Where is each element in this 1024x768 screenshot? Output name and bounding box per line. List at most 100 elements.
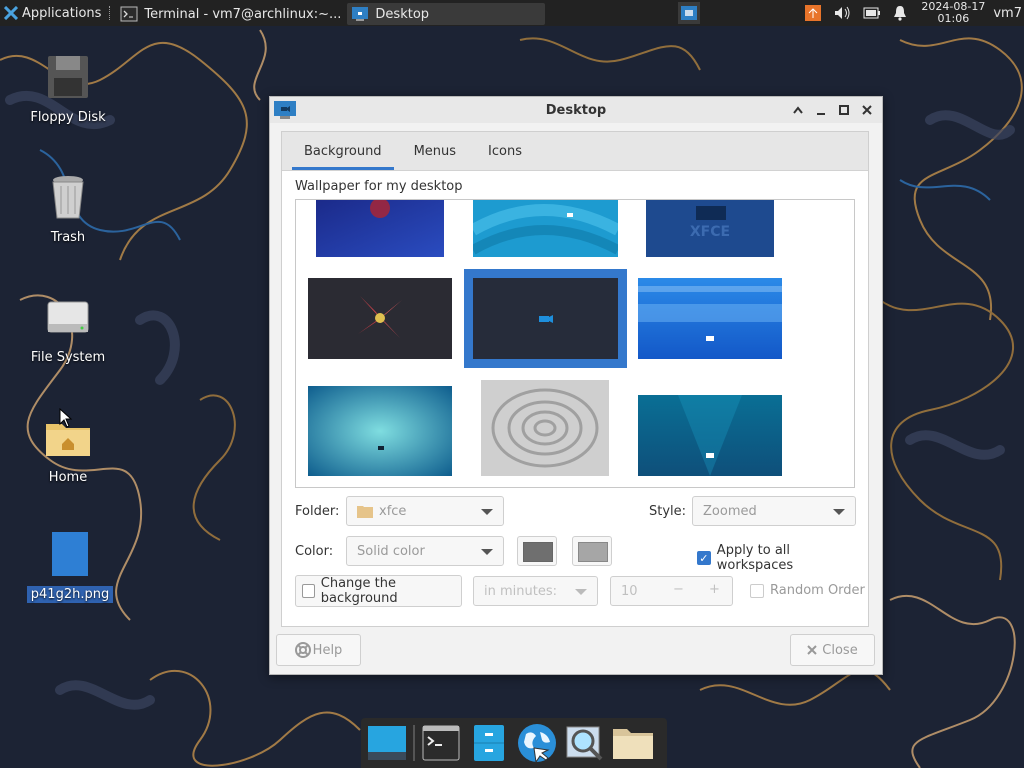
change-background-label: Change the background: [320, 576, 398, 606]
folder-value: xfce: [379, 503, 407, 519]
dock-show-desktop[interactable]: [365, 721, 409, 765]
chevron-up-icon: [793, 106, 803, 114]
chevron-down-icon: [481, 509, 493, 515]
change-background-checkbox[interactable]: Change the background: [295, 575, 462, 607]
wallpaper-thumb[interactable]: [473, 200, 618, 257]
chevron-down-icon: [833, 509, 845, 515]
update-notifier-icon[interactable]: [805, 5, 822, 21]
terminal-icon: [120, 6, 138, 22]
wallpaper-thumb[interactable]: [638, 395, 782, 476]
checkbox-checked-icon: ✓: [697, 551, 711, 565]
primary-color-button[interactable]: [517, 536, 557, 566]
style-dropdown[interactable]: Zoomed: [692, 496, 856, 526]
dock-app-finder[interactable]: [563, 721, 607, 765]
desktop-icon-label: p41g2h.png: [26, 586, 114, 603]
secondary-color-button[interactable]: [572, 536, 612, 566]
dock-home-folder[interactable]: [611, 721, 655, 765]
notification-bell-icon[interactable]: [893, 5, 907, 21]
dock-terminal[interactable]: [419, 721, 463, 765]
wallpaper-thumb[interactable]: XFCE: [646, 200, 774, 257]
apply-all-label: Apply to all workspaces: [716, 543, 794, 573]
close-window-button[interactable]: [858, 101, 876, 119]
applications-menu-button[interactable]: Applications: [0, 0, 105, 26]
wallpaper-thumb[interactable]: [481, 380, 609, 476]
decrement-icon[interactable]: −: [673, 582, 684, 597]
top-panel: Applications Terminal - vm7@archlinux:~.…: [0, 0, 1024, 26]
style-label: Style:: [649, 504, 687, 519]
desktop-icon-label: Trash: [50, 230, 86, 245]
color-style-value: Solid color: [357, 543, 425, 559]
desktop-icon-label: Floppy Disk: [30, 110, 106, 125]
increment-icon[interactable]: +: [709, 582, 720, 597]
settings-notebook: Background Menus Icons Wallpaper for my …: [281, 131, 869, 627]
primary-color-swatch: [523, 542, 553, 562]
maximize-icon: [839, 105, 849, 115]
interval-value: 10: [621, 583, 638, 599]
taskbar-item-label: Terminal - vm7@archlinux:~...: [144, 6, 342, 22]
desktop-icon-label: File System: [30, 350, 106, 365]
panel-clock[interactable]: 2024-08-17 01:06: [921, 1, 985, 25]
applications-label: Applications: [22, 5, 102, 21]
terminal-icon: [422, 725, 460, 761]
volume-icon[interactable]: [833, 5, 851, 21]
file-cabinet-icon: [474, 725, 504, 761]
color-style-dropdown[interactable]: Solid color: [346, 536, 504, 566]
globe-icon: [518, 724, 556, 764]
folder-dropdown[interactable]: xfce: [346, 496, 504, 526]
close-button[interactable]: Close: [790, 634, 875, 666]
desktop-settings-dialog: Desktop Background Menus Icons Wallpaper…: [269, 96, 883, 675]
desktop-icon-filesystem[interactable]: File System: [18, 294, 118, 365]
maximize-button[interactable]: [835, 101, 853, 119]
dock-separator: [413, 725, 415, 761]
desktop-icon-trash[interactable]: Trash: [18, 174, 118, 245]
dialog-titlebar[interactable]: Desktop: [270, 97, 882, 123]
desktop-icon-image-file[interactable]: p41g2h.png: [20, 530, 120, 603]
workspace-switcher[interactable]: [678, 2, 700, 24]
wallpaper-thumb[interactable]: [638, 278, 782, 359]
taskbar-item-desktop[interactable]: Desktop: [347, 3, 546, 25]
floppy-disk-icon: [48, 56, 88, 98]
close-label: Close: [822, 642, 858, 658]
apply-all-workspaces-checkbox[interactable]: ✓ Apply to all workspaces: [697, 543, 868, 573]
checkbox-unchecked-icon: [750, 583, 764, 598]
tab-background[interactable]: Background: [292, 134, 394, 170]
dialog-title: Desktop: [545, 102, 607, 118]
desktop-settings-icon: [352, 7, 369, 21]
interval-spinbutton[interactable]: 10 − +: [610, 576, 733, 606]
show-desktop-icon: [368, 726, 406, 760]
tab-menus[interactable]: Menus: [402, 134, 468, 170]
taskbar-item-terminal[interactable]: Terminal - vm7@archlinux:~...: [116, 3, 345, 25]
minimize-button[interactable]: [812, 101, 830, 119]
desktop-icon-floppy[interactable]: Floppy Disk: [18, 54, 118, 125]
tab-bar: Background Menus Icons: [282, 132, 868, 171]
dock-file-manager[interactable]: [467, 721, 511, 765]
folder-label: Folder:: [295, 504, 340, 519]
desktop-preview-icon: [681, 6, 697, 20]
secondary-color-swatch: [578, 542, 608, 562]
tab-icons[interactable]: Icons: [476, 134, 534, 170]
shade-window-button[interactable]: [789, 101, 807, 119]
battery-icon[interactable]: [863, 7, 881, 19]
folder-icon: [357, 506, 373, 518]
taskbar-item-label: Desktop: [375, 6, 430, 22]
wallpaper-thumb[interactable]: [316, 200, 444, 257]
wallpaper-grid[interactable]: XFCE: [295, 199, 855, 488]
wallpaper-section-label: Wallpaper for my desktop: [295, 179, 463, 194]
wallpaper-thumb[interactable]: [308, 386, 452, 476]
trash-icon: [52, 176, 84, 219]
random-order-checkbox[interactable]: Random Order: [750, 583, 865, 598]
bottom-dock: [361, 718, 667, 768]
close-icon: [862, 105, 872, 115]
wallpaper-thumb[interactable]: [308, 278, 452, 359]
dock-web-browser[interactable]: [515, 721, 559, 765]
clock-time: 01:06: [937, 12, 970, 25]
chevron-down-icon: [481, 549, 493, 555]
user-menu[interactable]: vm7: [993, 6, 1022, 21]
interval-unit-dropdown[interactable]: in minutes:: [473, 576, 598, 606]
close-icon: [807, 645, 817, 655]
help-button[interactable]: Help: [276, 634, 361, 666]
wallpaper-thumb-selected[interactable]: [464, 269, 627, 368]
hard-drive-icon: [47, 301, 89, 333]
chevron-down-icon: [575, 589, 587, 595]
desktop-icon-label: Home: [48, 470, 88, 485]
